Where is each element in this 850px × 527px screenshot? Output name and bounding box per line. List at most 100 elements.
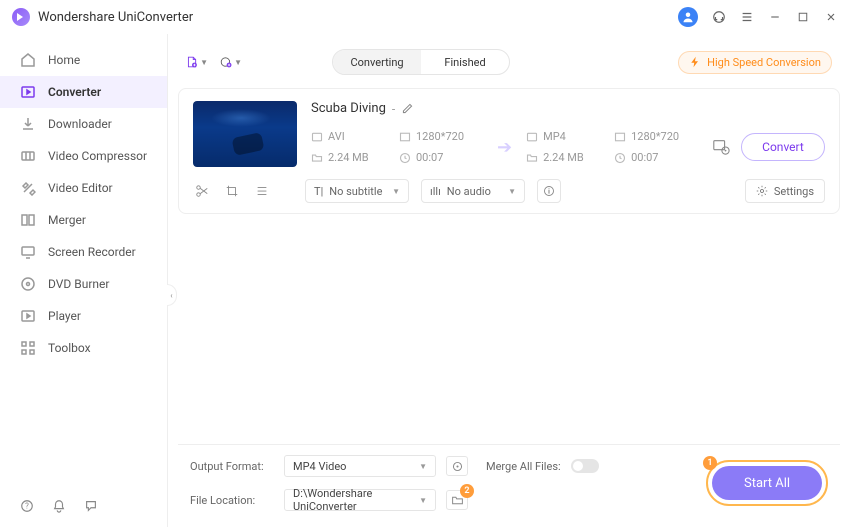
feedback-icon[interactable]	[84, 499, 98, 513]
dst-col-1: MP4 2.24 MB	[526, 130, 604, 164]
sidebar-item-label: Toolbox	[48, 341, 91, 355]
sidebar-item-label: Converter	[48, 85, 101, 99]
tab-finished[interactable]: Finished	[421, 50, 509, 74]
sidebar-item-screen-recorder[interactable]: Screen Recorder	[0, 236, 167, 268]
dst-res: 1280*720	[614, 130, 698, 143]
file-name-row: Scuba Diving -	[311, 101, 825, 116]
file-name: Scuba Diving	[311, 101, 386, 116]
tabs: Converting Finished	[332, 49, 510, 75]
app-body: Home Converter Downloader Video Compress…	[0, 34, 850, 527]
merger-icon	[20, 212, 36, 228]
add-file-button[interactable]: ▼	[186, 51, 208, 73]
dash: -	[392, 102, 395, 116]
help-icon[interactable]: ?	[20, 499, 34, 513]
browse-folder-wrap: 2	[446, 490, 468, 510]
editor-icon	[20, 180, 36, 196]
audio-dropdown[interactable]: ıllıNo audio▼	[421, 179, 525, 203]
sidebar-item-home[interactable]: Home	[0, 44, 167, 76]
sidebar-item-toolbox[interactable]: Toolbox	[0, 332, 167, 364]
sidebar-item-label: Screen Recorder	[48, 245, 136, 259]
sidebar-item-downloader[interactable]: Downloader	[0, 108, 167, 140]
arrow-right-icon: ➔	[497, 137, 512, 158]
support-icon[interactable]	[712, 10, 726, 24]
convert-button[interactable]: Convert	[741, 133, 825, 161]
sidebar-item-label: Merger	[48, 213, 86, 227]
callout-one: 1	[703, 456, 717, 470]
tab-converting[interactable]: Converting	[333, 50, 421, 74]
add-url-button[interactable]: ▼	[220, 51, 242, 73]
dst-format: MP4	[526, 130, 604, 143]
video-thumbnail[interactable]	[193, 101, 297, 167]
edit-name-icon[interactable]	[401, 102, 414, 115]
player-icon	[20, 308, 36, 324]
sidebar-item-label: DVD Burner	[48, 277, 109, 291]
sidebar: Home Converter Downloader Video Compress…	[0, 34, 168, 527]
downloader-icon	[20, 116, 36, 132]
sidebar-item-label: Home	[48, 53, 80, 67]
maximize-icon[interactable]	[796, 10, 810, 24]
file-item-row: Scuba Diving - AVI 2.24 MB 1280*720 00:0…	[193, 101, 825, 167]
output-settings-icon[interactable]	[712, 138, 730, 156]
bottom-bar: Output Format: MP4 Video▼ Merge All File…	[178, 444, 840, 527]
minimize-icon[interactable]	[768, 10, 782, 24]
file-info: Scuba Diving - AVI 2.24 MB 1280*720 00:0…	[311, 101, 825, 164]
app-logo	[12, 8, 30, 26]
subtitle-dropdown[interactable]: T|No subtitle▼	[305, 179, 409, 203]
item-settings-button[interactable]: Settings	[745, 179, 825, 203]
output-format-dropdown[interactable]: MP4 Video▼	[284, 455, 436, 477]
dvd-burner-icon	[20, 276, 36, 292]
sidebar-item-dvd-burner[interactable]: DVD Burner	[0, 268, 167, 300]
bolt-icon	[689, 56, 701, 68]
file-location-dropdown[interactable]: D:\Wondershare UniConverter▼	[284, 489, 436, 511]
titlebar: Wondershare UniConverter	[0, 0, 850, 34]
src-col-1: AVI 2.24 MB	[311, 130, 389, 164]
callout-two: 2	[460, 484, 474, 498]
sidebar-item-compressor[interactable]: Video Compressor	[0, 140, 167, 172]
info-button[interactable]	[537, 179, 561, 203]
start-all-button[interactable]: Start All	[712, 466, 822, 500]
compressor-icon	[20, 148, 36, 164]
effect-icon[interactable]	[253, 182, 271, 200]
crop-icon[interactable]	[223, 182, 241, 200]
src-res: 1280*720	[399, 130, 483, 143]
merge-toggle[interactable]	[571, 459, 599, 473]
src-size: 2.24 MB	[311, 151, 389, 164]
screen-recorder-icon	[20, 244, 36, 260]
gear-icon	[756, 185, 768, 197]
tool-row: T|No subtitle▼ ıllıNo audio▼ Settings	[193, 179, 825, 203]
high-speed-conversion-button[interactable]: High Speed Conversion	[678, 51, 832, 74]
sidebar-bottom: ?	[0, 499, 167, 527]
format-settings-icon[interactable]	[446, 456, 468, 476]
user-avatar[interactable]	[678, 7, 698, 27]
dst-col-2: 1280*720 00:07	[614, 130, 698, 164]
main-panel: ▼ ▼ Converting Finished High Speed Conve…	[168, 34, 850, 527]
sidebar-item-label: Video Compressor	[48, 149, 147, 163]
dst-dur: 00:07	[614, 151, 698, 164]
app-title: Wondershare UniConverter	[38, 10, 193, 25]
output-format-row: Output Format: MP4 Video▼ Merge All File…	[190, 455, 599, 477]
top-row: ▼ ▼ Converting Finished High Speed Conve…	[178, 44, 840, 80]
sidebar-item-label: Video Editor	[48, 181, 113, 195]
chevron-down-icon: ▼	[200, 58, 208, 67]
titlebar-right	[678, 7, 838, 27]
sidebar-item-player[interactable]: Player	[0, 300, 167, 332]
menu-icon[interactable]	[740, 10, 754, 24]
src-col-2: 1280*720 00:07	[399, 130, 483, 164]
sidebar-item-editor[interactable]: Video Editor	[0, 172, 167, 204]
close-icon[interactable]	[824, 10, 838, 24]
sidebar-item-label: Downloader	[48, 117, 112, 131]
text-icon: T|	[314, 185, 323, 198]
src-dur: 00:07	[399, 151, 483, 164]
sidebar-item-converter[interactable]: Converter	[0, 76, 167, 108]
sidebar-item-merger[interactable]: Merger	[0, 204, 167, 236]
start-all-highlight: 1 Start All	[706, 460, 828, 506]
output-format-label: Output Format:	[190, 460, 274, 473]
merge-label: Merge All Files:	[486, 460, 561, 473]
trim-icon[interactable]	[193, 182, 211, 200]
dst-size: 2.24 MB	[526, 151, 604, 164]
src-format: AVI	[311, 130, 389, 143]
home-icon	[20, 52, 36, 68]
file-location-label: File Location:	[190, 494, 274, 507]
bell-icon[interactable]	[52, 499, 66, 513]
converter-icon	[20, 84, 36, 100]
